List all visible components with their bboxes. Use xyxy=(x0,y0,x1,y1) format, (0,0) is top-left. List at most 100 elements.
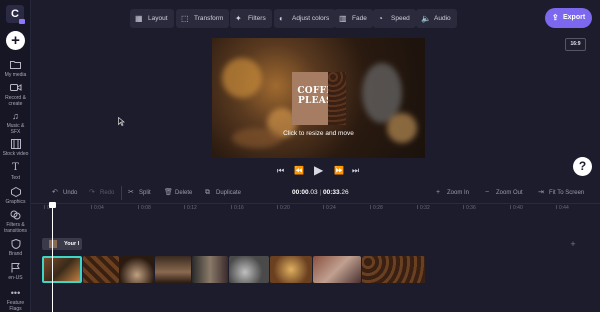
duplicate-button[interactable]: ⧉ Duplicate xyxy=(205,187,241,199)
video-preview[interactable]: COFFEE PLEASE Click to resize and move xyxy=(212,38,425,158)
export-button[interactable]: ⇪ Export xyxy=(545,8,592,28)
skip-back-icon[interactable]: ⏮ xyxy=(277,166,284,176)
timeline-tick-label: 0:16 xyxy=(231,205,244,211)
tick-mark xyxy=(417,205,418,209)
redo-icon: ↷ xyxy=(89,189,95,196)
fit-to-screen-button[interactable]: ⇥ Fit To Screen xyxy=(538,187,584,199)
speedometer-icon: ◔ xyxy=(378,14,383,23)
timeline-tick-label: 0:04 xyxy=(91,205,104,211)
timeline-tick-label: 0:44 xyxy=(556,205,569,211)
speaker-icon: 🔈 xyxy=(421,14,431,23)
resize-hint: Click to resize and move xyxy=(283,130,354,137)
sparkle-icon: ✦ xyxy=(235,14,242,23)
fit-label: Fit To Screen xyxy=(549,190,585,196)
time-separator: | xyxy=(319,189,322,196)
audio-button[interactable]: 🔈 Audio xyxy=(416,9,457,28)
timeline-tick-label: 0:20 xyxy=(277,205,290,211)
fade-button[interactable]: ▥ Fade xyxy=(334,9,373,28)
zoom-out-button[interactable]: − Zoom Out xyxy=(485,187,523,199)
video-editor-app: C + My media Record & create ♫ Music & SFX… xyxy=(0,0,600,312)
speed-button[interactable]: ◔ Speed xyxy=(373,9,416,28)
video-clip[interactable] xyxy=(83,256,119,283)
transform-button[interactable]: ⬚ Transform xyxy=(176,9,230,28)
layout-button[interactable]: ▦ Layout xyxy=(130,9,174,28)
play-icon[interactable]: ▶ xyxy=(314,163,323,177)
timeline-tick-label: 0:24 xyxy=(323,205,336,211)
sidebar-item-label: Brand xyxy=(8,251,23,257)
adjust-colors-label: Adjust colors xyxy=(292,15,330,22)
playhead[interactable] xyxy=(49,202,56,312)
layout-icon: ▦ xyxy=(135,14,143,23)
sidebar-item-feature-flags[interactable]: ••• Feature Flags xyxy=(0,288,31,312)
add-media-button[interactable]: + xyxy=(6,31,25,50)
sidebar-item-music[interactable]: ♫ Music & SFX xyxy=(0,111,31,135)
time-total-frac: .26 xyxy=(339,189,349,196)
video-clip[interactable] xyxy=(155,256,191,283)
redo-label: Redo xyxy=(100,190,115,196)
coffee-please-graphic[interactable]: COFFEE PLEASE xyxy=(292,72,346,125)
split-button[interactable]: ✂ Split xyxy=(128,187,151,199)
time-total: 00:33.26 xyxy=(323,189,349,196)
time-display: 00:00.03 | 00:33.26 xyxy=(292,187,349,199)
label-line-2: transitions xyxy=(4,228,27,234)
video-clip[interactable] xyxy=(229,256,269,283)
sidebar: C + My media Record & create ♫ Music & SFX… xyxy=(0,0,31,312)
filters-button[interactable]: ✦ Filters xyxy=(230,9,272,28)
rewind-icon[interactable]: ⏪ xyxy=(294,166,304,175)
video-clip[interactable] xyxy=(313,256,361,283)
sidebar-item-record[interactable]: Record & create xyxy=(0,83,31,107)
sidebar-item-brand[interactable]: Brand xyxy=(0,238,31,257)
timeline-tick-label: 0:32 xyxy=(417,205,430,211)
plus-icon: + xyxy=(436,189,441,196)
timeline-tick-label: 0:08 xyxy=(138,205,151,211)
delete-button[interactable]: 🗑 Delete xyxy=(164,187,192,199)
undo-icon: ↶ xyxy=(52,189,58,196)
app-logo[interactable]: C xyxy=(6,5,25,24)
transform-label: Transform xyxy=(194,15,224,22)
more-icon: ••• xyxy=(10,288,21,298)
add-track-icon[interactable]: + xyxy=(560,238,586,250)
sidebar-item-label: Feature Flags xyxy=(0,300,31,312)
sidebar-item-label: My media xyxy=(4,72,27,78)
bokeh-light xyxy=(222,58,262,98)
duplicate-icon: ⧉ xyxy=(205,189,210,196)
tick-mark xyxy=(370,205,371,209)
undo-button[interactable]: ↶ Undo xyxy=(52,187,77,199)
sidebar-item-stock-video[interactable]: Stock video xyxy=(0,139,31,157)
sidebar-item-label: Graphics xyxy=(5,199,26,205)
video-clip-selected[interactable] xyxy=(42,256,82,283)
toolbar-divider xyxy=(121,186,122,200)
time-current: 00:00.03 xyxy=(292,189,318,196)
sidebar-item-filters[interactable]: Filters & transitions xyxy=(0,210,31,234)
sidebar-item-text[interactable]: T Text xyxy=(0,163,31,182)
speed-label: Speed xyxy=(391,15,410,22)
text-clip-label: Your l xyxy=(64,241,80,247)
fast-forward-icon[interactable]: ⏩ xyxy=(334,166,344,175)
label-line-2: create xyxy=(8,101,23,107)
video-clip[interactable] xyxy=(120,256,154,283)
time-current-frac: .03 xyxy=(308,189,318,196)
video-clip[interactable] xyxy=(192,256,228,283)
video-clip[interactable] xyxy=(362,256,425,283)
adjust-colors-button[interactable]: ◐ Adjust colors xyxy=(274,9,336,28)
video-clip[interactable] xyxy=(270,256,312,283)
minus-icon: − xyxy=(485,189,490,196)
playhead-handle[interactable] xyxy=(49,202,56,208)
aspect-ratio-button[interactable]: 16:9 xyxy=(565,38,586,51)
skip-forward-icon[interactable]: ⏭ xyxy=(352,166,359,176)
tick-mark xyxy=(510,205,511,209)
help-button[interactable]: ? xyxy=(573,157,592,176)
label-line-2: Flags xyxy=(9,306,22,312)
redo-button[interactable]: ↷ Redo xyxy=(89,187,114,199)
tick-mark xyxy=(44,205,45,209)
sidebar-item-graphics[interactable]: Graphics xyxy=(0,186,31,205)
logo-letter: C xyxy=(11,8,19,20)
sidebar-item-my-media[interactable]: My media xyxy=(0,60,31,78)
duplicate-label: Duplicate xyxy=(216,190,242,196)
filters-label: Filters xyxy=(248,15,266,22)
text-clip[interactable]: Your l xyxy=(42,238,82,250)
sidebar-item-label: Stock video xyxy=(2,151,29,157)
zoom-in-button[interactable]: + Zoom In xyxy=(436,187,469,199)
sidebar-item-language[interactable]: en-US xyxy=(0,263,31,281)
fit-icon: ⇥ xyxy=(538,189,544,196)
